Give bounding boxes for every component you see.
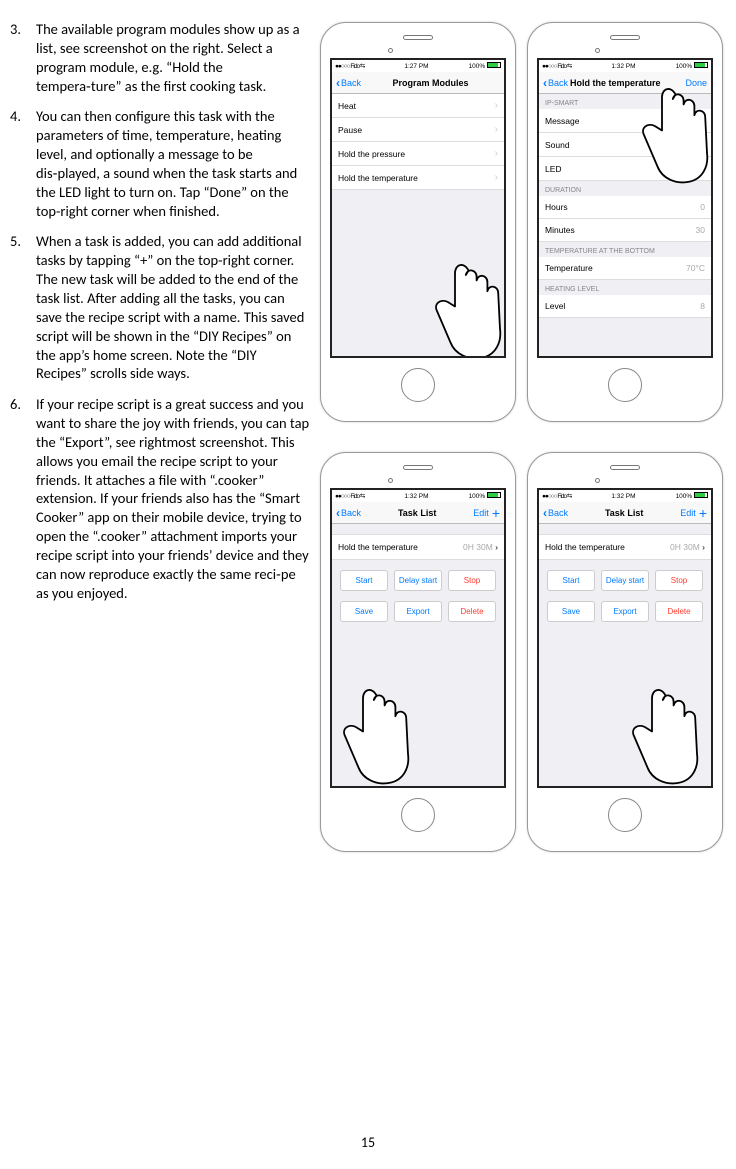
module-heat[interactable]: Heat› bbox=[332, 94, 504, 118]
save-button[interactable]: Save bbox=[547, 601, 595, 622]
row-level[interactable]: Level8 bbox=[539, 295, 711, 318]
home-button[interactable] bbox=[401, 368, 435, 402]
step-text: If your recipe script is a great success… bbox=[36, 395, 310, 602]
nav-title: Task List bbox=[568, 508, 680, 518]
chevron-left-icon: ‹ bbox=[336, 506, 340, 520]
task-row[interactable]: Hold the temperature 0H 30M › bbox=[332, 534, 504, 560]
step-number: 6. bbox=[10, 395, 36, 602]
battery-icon bbox=[694, 492, 708, 498]
status-bar: ●●○○○ Fido ⇆ 1:32 PM 100% bbox=[332, 490, 504, 502]
instruction-text: 3.The available program modules show up … bbox=[10, 20, 310, 852]
edit-button[interactable]: Edit bbox=[680, 508, 696, 518]
phone-mockup-task-list-export: ●●○○○ Fido ⇆ 1:32 PM 100% ‹Back Task Lis… bbox=[527, 452, 723, 852]
row-temperature[interactable]: Temperature70°C bbox=[539, 257, 711, 280]
back-button[interactable]: ‹Back bbox=[336, 506, 361, 520]
add-button[interactable]: + bbox=[492, 508, 500, 518]
chevron-right-icon: › bbox=[495, 100, 498, 111]
home-button[interactable] bbox=[608, 798, 642, 832]
battery-icon bbox=[487, 492, 501, 498]
chevron-right-icon: › bbox=[495, 124, 498, 135]
status-bar: ●●○○○ Fido ⇆ 1:27 PM 100% bbox=[332, 60, 504, 72]
nav-title: Program Modules bbox=[361, 78, 500, 88]
back-button[interactable]: ‹Back bbox=[336, 76, 361, 90]
chevron-right-icon: › bbox=[495, 148, 498, 159]
battery-icon bbox=[694, 62, 708, 68]
export-button[interactable]: Export bbox=[601, 601, 649, 622]
step-text: You can then configure this task with th… bbox=[36, 107, 310, 220]
back-button[interactable]: ‹Back bbox=[543, 506, 568, 520]
tap-gesture-icon bbox=[616, 681, 706, 788]
start-button[interactable]: Start bbox=[547, 570, 595, 591]
step-number: 4. bbox=[10, 107, 36, 220]
export-button[interactable]: Export bbox=[394, 601, 442, 622]
delete-button[interactable]: Delete bbox=[655, 601, 703, 622]
tap-gesture-icon bbox=[330, 681, 417, 788]
start-button[interactable]: Start bbox=[340, 570, 388, 591]
home-button[interactable] bbox=[401, 798, 435, 832]
stop-button[interactable]: Stop bbox=[448, 570, 496, 591]
chevron-right-icon: › bbox=[495, 172, 498, 183]
add-button[interactable]: + bbox=[699, 508, 707, 518]
status-bar: ●●○○○ Fido ⇆ 1:32 PM 100% bbox=[539, 60, 711, 72]
module-hold-pressure[interactable]: Hold the pressure› bbox=[332, 142, 504, 166]
step-number: 3. bbox=[10, 20, 36, 95]
save-button[interactable]: Save bbox=[340, 601, 388, 622]
chevron-left-icon: ‹ bbox=[336, 76, 340, 90]
delay-start-button[interactable]: Delay start bbox=[394, 570, 442, 591]
delay-start-button[interactable]: Delay start bbox=[601, 570, 649, 591]
chevron-right-icon: › bbox=[495, 542, 498, 552]
module-pause[interactable]: Pause› bbox=[332, 118, 504, 142]
nav-title: Task List bbox=[361, 508, 473, 518]
chevron-left-icon: ‹ bbox=[543, 76, 547, 90]
stop-button[interactable]: Stop bbox=[655, 570, 703, 591]
status-bar: ●●○○○ Fido ⇆ 1:32 PM 100% bbox=[539, 490, 711, 502]
task-row[interactable]: Hold the temperature 0H 30M › bbox=[539, 534, 711, 560]
tap-gesture-icon bbox=[419, 256, 506, 358]
phone-mockup-task-list: ●●○○○ Fido ⇆ 1:32 PM 100% ‹Back Task Lis… bbox=[320, 452, 516, 852]
delete-button[interactable]: Delete bbox=[448, 601, 496, 622]
page-number: 15 bbox=[0, 1134, 736, 1151]
phone-mockup-hold-temperature: ●●○○○ Fido ⇆ 1:32 PM 100% ‹Back Hold the… bbox=[527, 22, 723, 422]
step-number: 5. bbox=[10, 232, 36, 383]
step-text: When a task is added, you can add additi… bbox=[36, 232, 310, 383]
row-hours[interactable]: Hours0 bbox=[539, 196, 711, 219]
edit-button[interactable]: Edit bbox=[473, 508, 489, 518]
step-text: The available program modules show up as… bbox=[36, 20, 310, 95]
tap-gesture-icon bbox=[626, 80, 713, 190]
battery-icon bbox=[487, 62, 501, 68]
chevron-left-icon: ‹ bbox=[543, 506, 547, 520]
row-minutes[interactable]: Minutes30 bbox=[539, 219, 711, 242]
back-button[interactable]: ‹Back bbox=[543, 76, 568, 90]
home-button[interactable] bbox=[608, 368, 642, 402]
chevron-right-icon: › bbox=[702, 542, 705, 552]
section-header: TEMPERATURE AT THE BOTTOM bbox=[539, 242, 711, 257]
section-header: HEATING LEVEL bbox=[539, 280, 711, 295]
module-hold-temperature[interactable]: Hold the temperature› bbox=[332, 166, 504, 190]
phone-mockup-program-modules: ●●○○○ Fido ⇆ 1:27 PM 100% ‹Back Program … bbox=[320, 22, 516, 422]
